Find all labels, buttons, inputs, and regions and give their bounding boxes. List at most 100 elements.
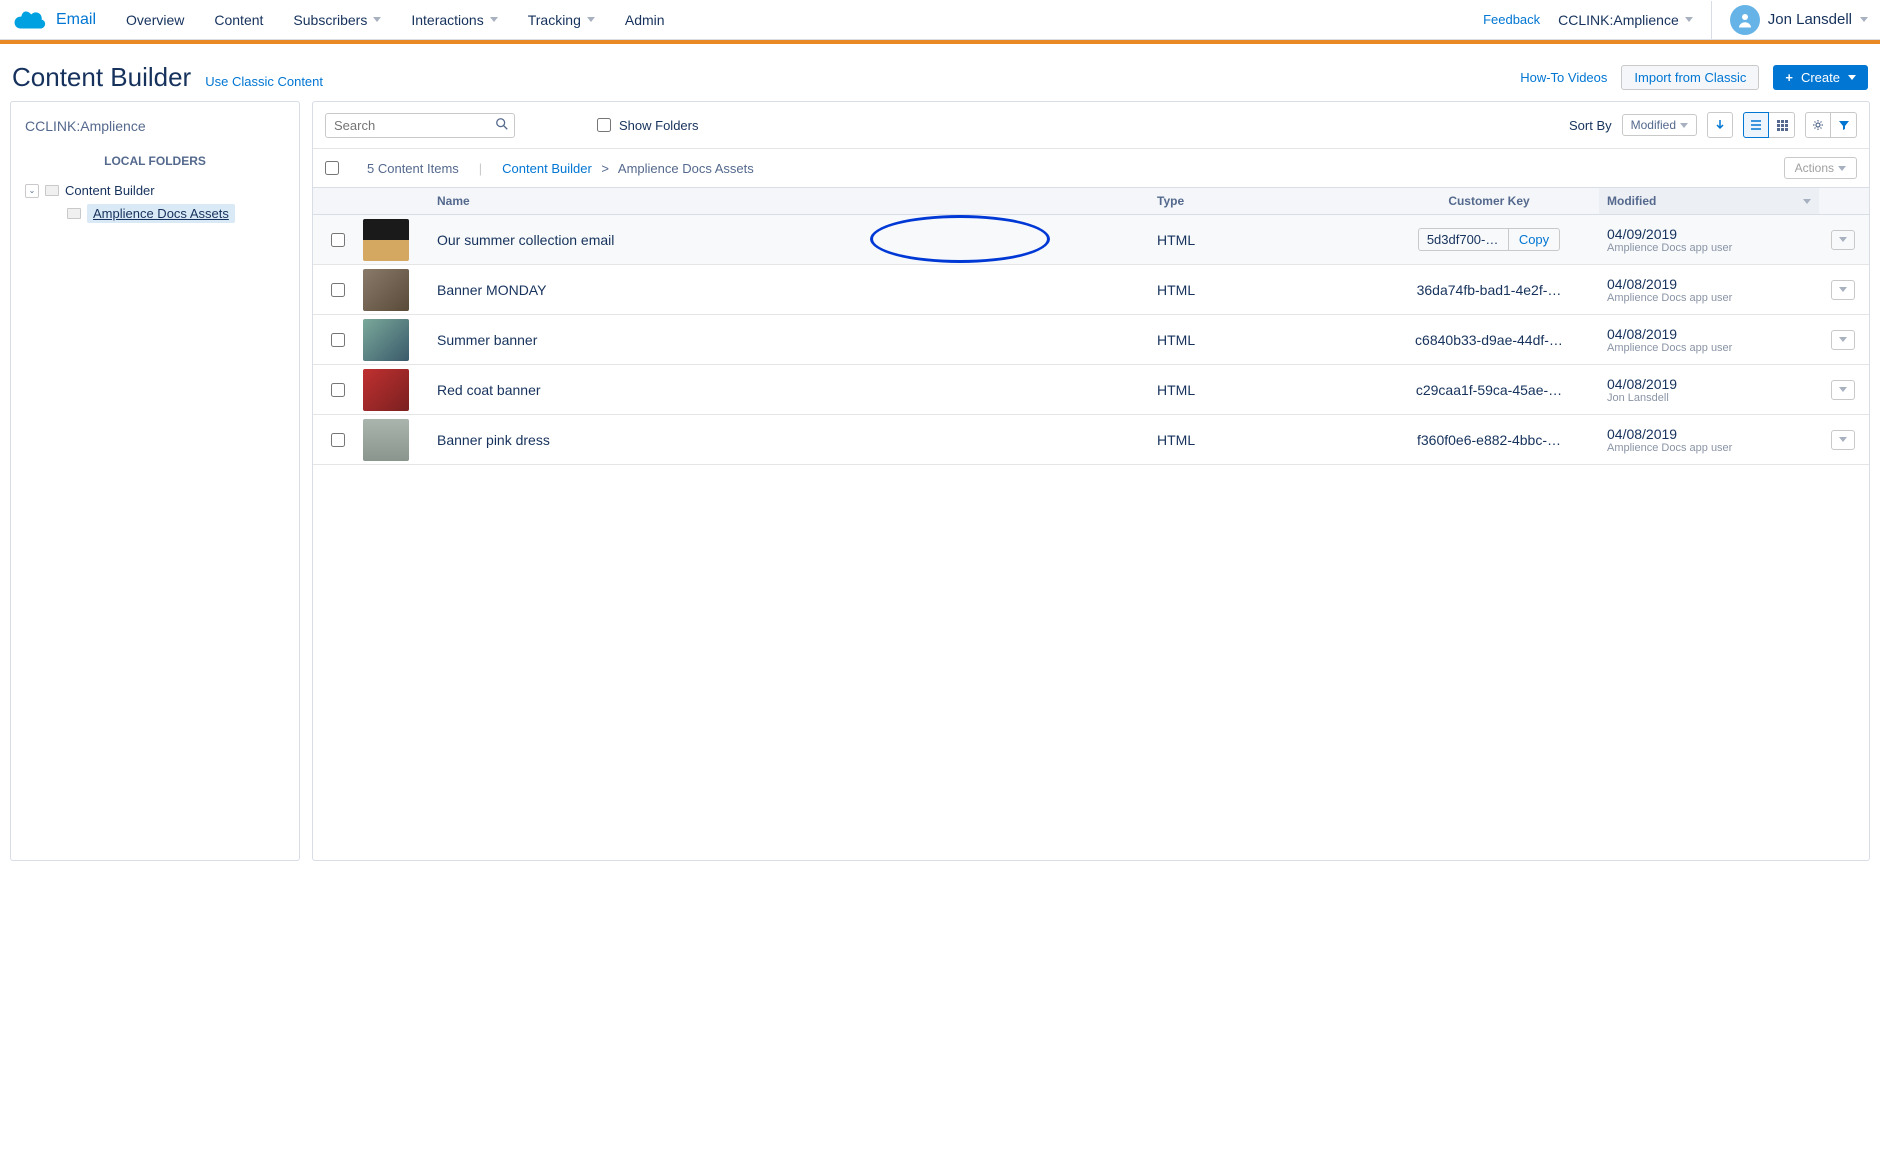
thumbnail xyxy=(363,219,409,261)
table-header: Name Type Customer Key Modified xyxy=(313,187,1869,215)
row-customer-key: 5d3df700-26… Copy xyxy=(1379,222,1599,257)
row-type: HTML xyxy=(1149,426,1379,454)
table-row[interactable]: Red coat banner HTML c29caa1f-59ca-45ae-… xyxy=(313,365,1869,415)
import-from-classic-button[interactable]: Import from Classic xyxy=(1621,65,1759,90)
modified-by: Amplience Docs app user xyxy=(1607,342,1811,354)
nav-admin[interactable]: Admin xyxy=(625,12,665,28)
content-count: 5 Content Items xyxy=(367,161,459,176)
sort-direction-button[interactable] xyxy=(1707,112,1733,138)
row-actions-button[interactable] xyxy=(1831,230,1855,250)
row-type: HTML xyxy=(1149,226,1379,254)
actions-dropdown[interactable]: Actions xyxy=(1784,157,1857,179)
folder-root[interactable]: ⌄ Content Builder xyxy=(25,180,285,201)
content-area: Show Folders Sort By Modified 5 Content … xyxy=(312,101,1870,861)
row-actions-button[interactable] xyxy=(1831,330,1855,350)
collapse-icon[interactable]: ⌄ xyxy=(25,184,39,198)
show-folders-checkbox[interactable] xyxy=(597,118,611,132)
top-right: Feedback CCLINK:Amplience Jon Lansdell xyxy=(1483,1,1868,39)
modified-by: Jon Lansdell xyxy=(1607,392,1811,404)
row-name: Our summer collection email xyxy=(429,226,1149,254)
chevron-down-icon xyxy=(1839,237,1847,242)
chevron-down-icon xyxy=(1680,123,1688,128)
table-row[interactable]: Banner pink dress HTML f360f0e6-e882-4bb… xyxy=(313,415,1869,465)
folder-amplience-docs-assets[interactable]: Amplience Docs Assets xyxy=(67,201,285,226)
settings-button[interactable] xyxy=(1805,112,1831,138)
row-type: HTML xyxy=(1149,326,1379,354)
chevron-down-icon xyxy=(1838,166,1846,171)
row-customer-key: c6840b33-d9ae-44df-… xyxy=(1379,326,1599,354)
salesforce-logo-icon xyxy=(12,8,46,32)
arrow-down-icon xyxy=(1714,119,1726,131)
row-name: Red coat banner xyxy=(429,376,1149,404)
chevron-down-icon xyxy=(1848,75,1856,80)
use-classic-link[interactable]: Use Classic Content xyxy=(205,74,323,89)
search-input[interactable] xyxy=(325,113,515,138)
avatar-icon xyxy=(1730,5,1760,35)
sort-by-dropdown[interactable]: Modified xyxy=(1622,114,1697,136)
gear-icon xyxy=(1812,119,1824,131)
copy-button[interactable]: Copy xyxy=(1509,229,1559,250)
table-row[interactable]: Summer banner HTML c6840b33-d9ae-44df-… … xyxy=(313,315,1869,365)
plus-icon: + xyxy=(1785,70,1793,85)
nav-tracking[interactable]: Tracking xyxy=(528,12,595,28)
breadcrumb-root[interactable]: Content Builder xyxy=(502,161,592,176)
column-type[interactable]: Type xyxy=(1149,188,1379,214)
account-switcher[interactable]: CCLINK:Amplience xyxy=(1558,1,1712,39)
sidebar: CCLINK:Amplience LOCAL FOLDERS ⌄ Content… xyxy=(10,101,300,861)
sort-by-label: Sort By xyxy=(1569,118,1612,133)
nav-content[interactable]: Content xyxy=(214,12,263,28)
page-title: Content Builder xyxy=(12,62,191,93)
chevron-down-icon xyxy=(1803,199,1811,204)
show-folders-toggle[interactable]: Show Folders xyxy=(597,118,698,133)
thumbnail xyxy=(363,419,409,461)
column-customer-key[interactable]: Customer Key xyxy=(1379,188,1599,214)
table-row[interactable]: Our summer collection email HTML 5d3df70… xyxy=(313,215,1869,265)
chevron-down-icon xyxy=(1839,387,1847,392)
user-menu[interactable]: Jon Lansdell xyxy=(1730,5,1868,35)
row-checkbox[interactable] xyxy=(331,283,345,297)
breadcrumb: Content Builder > Amplience Docs Assets xyxy=(502,161,754,176)
feedback-link[interactable]: Feedback xyxy=(1483,12,1540,27)
row-checkbox[interactable] xyxy=(331,333,345,347)
row-actions-button[interactable] xyxy=(1831,280,1855,300)
local-folders-heading: LOCAL FOLDERS xyxy=(25,154,285,168)
folder-icon xyxy=(45,185,59,196)
main-layout: CCLINK:Amplience LOCAL FOLDERS ⌄ Content… xyxy=(0,101,1880,871)
modified-by: Amplience Docs app user xyxy=(1607,442,1811,454)
row-type: HTML xyxy=(1149,376,1379,404)
filter-button[interactable] xyxy=(1831,112,1857,138)
modified-date: 04/09/2019 xyxy=(1607,226,1811,242)
list-icon xyxy=(1750,119,1762,131)
howto-videos-link[interactable]: How-To Videos xyxy=(1520,70,1607,85)
chevron-down-icon xyxy=(1685,17,1693,22)
list-view-button[interactable] xyxy=(1743,112,1769,138)
nav-interactions[interactable]: Interactions xyxy=(411,12,497,28)
nav-overview[interactable]: Overview xyxy=(126,12,184,28)
table-row[interactable]: Banner MONDAY HTML 36da74fb-bad1-4e2f-… … xyxy=(313,265,1869,315)
row-checkbox[interactable] xyxy=(331,383,345,397)
chevron-down-icon xyxy=(1839,437,1847,442)
row-actions-button[interactable] xyxy=(1831,430,1855,450)
modified-by: Amplience Docs app user xyxy=(1607,242,1811,254)
row-name: Banner MONDAY xyxy=(429,276,1149,304)
nav-subscribers[interactable]: Subscribers xyxy=(293,12,381,28)
column-name[interactable]: Name xyxy=(429,188,1149,214)
thumbnail xyxy=(363,269,409,311)
row-checkbox[interactable] xyxy=(331,433,345,447)
chevron-down-icon xyxy=(587,17,595,22)
chevron-down-icon xyxy=(1839,337,1847,342)
search-icon xyxy=(495,117,509,131)
chevron-down-icon xyxy=(1860,17,1868,22)
create-button[interactable]: +Create xyxy=(1773,65,1868,90)
select-all-checkbox[interactable] xyxy=(325,161,339,175)
grid-icon xyxy=(1776,119,1788,131)
thumbnail xyxy=(363,369,409,411)
row-actions-button[interactable] xyxy=(1831,380,1855,400)
modified-date: 04/08/2019 xyxy=(1607,326,1811,342)
customer-key-widget: 5d3df700-26… Copy xyxy=(1418,228,1560,251)
grid-view-button[interactable] xyxy=(1769,112,1795,138)
row-checkbox[interactable] xyxy=(331,233,345,247)
modified-date: 04/08/2019 xyxy=(1607,376,1811,392)
app-name: Email xyxy=(56,11,96,29)
column-modified[interactable]: Modified xyxy=(1599,188,1819,214)
